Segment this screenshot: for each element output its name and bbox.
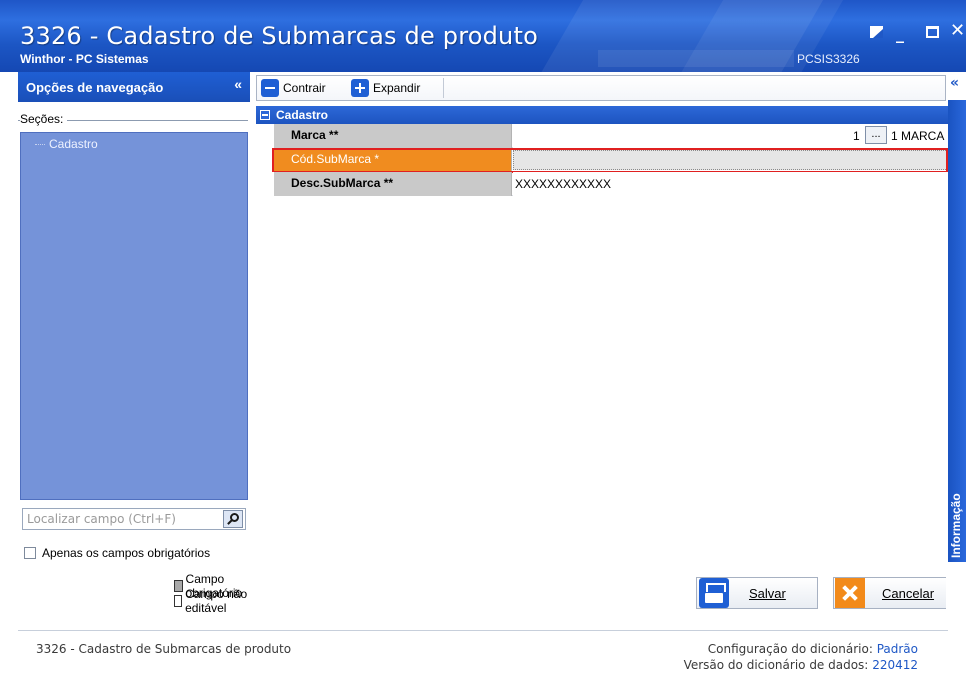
- status-dictionary-info: Configuração do dicionário: Padrão Versã…: [684, 641, 918, 673]
- section-item-cadastro[interactable]: Cadastro: [35, 137, 98, 151]
- window-titlebar: 3326 - Cadastro de Submarcas de produto …: [0, 0, 966, 72]
- toolbar-separator: [443, 78, 444, 98]
- field-value-marca[interactable]: 1 ... 1 MARCA: [513, 124, 948, 148]
- expand-label: Expandir: [373, 81, 421, 95]
- field-label-cod-submarca: Cód.SubMarca *: [274, 148, 512, 172]
- expand-button[interactable]: Expandir: [351, 79, 420, 97]
- marca-name: 1 MARCA: [891, 129, 945, 143]
- restore-icon[interactable]: [870, 26, 883, 38]
- cancel-button[interactable]: Cancelar: [833, 577, 954, 609]
- row-gutter: [256, 148, 274, 172]
- magnifier-handle: [227, 519, 233, 525]
- window-right-margin: [946, 562, 966, 675]
- sections-list: Cadastro: [20, 132, 248, 500]
- status-bar: 3326 - Cadastro de Submarcas de produto …: [18, 630, 948, 675]
- program-code-box: [598, 50, 794, 67]
- grid-row-cod-submarca: Cód.SubMarca *: [256, 148, 948, 173]
- field-legend: Campo obrigatório Campo não editável: [174, 572, 250, 615]
- dict-version-value: 220412: [872, 658, 918, 672]
- desc-submarca-text: XXXXXXXXXXXX: [515, 177, 612, 191]
- dict-config-value: Padrão: [876, 642, 918, 656]
- plus-icon: [351, 79, 369, 97]
- required-only-checkbox[interactable]: [24, 547, 36, 559]
- group-header-cadastro[interactable]: Cadastro: [256, 106, 948, 124]
- info-tab-label: Informação: [949, 493, 963, 558]
- maximize-icon[interactable]: [926, 26, 939, 38]
- cancel-label: Cancelar: [882, 585, 935, 601]
- dict-version-label: Versão do dicionário de dados:: [683, 658, 869, 672]
- marca-code[interactable]: 1: [853, 129, 860, 143]
- minus-icon: [261, 79, 279, 97]
- window-title: 3326 - Cadastro de Submarcas de produto: [20, 22, 538, 50]
- collapse-info-icon[interactable]: «: [950, 75, 966, 97]
- sections-label: Seções:: [20, 112, 68, 126]
- info-tab[interactable]: Informação: [948, 100, 966, 562]
- group-label: Cadastro: [276, 108, 329, 122]
- row-gutter: [256, 172, 274, 196]
- field-value-desc-submarca[interactable]: XXXXXXXXXXXX: [513, 172, 948, 196]
- program-code: PCSIS3326: [797, 52, 860, 66]
- grid-row-desc-submarca: Desc.SubMarca ** XXXXXXXXXXXX: [256, 172, 948, 196]
- dict-config-line: Configuração do dicionário: Padrão: [684, 641, 918, 657]
- search-button[interactable]: [223, 510, 243, 528]
- nav-header: Opções de navegação «: [18, 72, 250, 102]
- field-label-desc-submarca: Desc.SubMarca **: [274, 172, 512, 196]
- required-swatch: [174, 579, 183, 592]
- required-only-filter[interactable]: Apenas os campos obrigatórios: [24, 546, 210, 560]
- search-input[interactable]: [23, 509, 219, 529]
- status-program-name: 3326 - Cadastro de Submarcas de produto: [36, 642, 292, 656]
- field-label-marca: Marca **: [274, 124, 512, 148]
- nav-header-title: Opções de navegação: [26, 80, 164, 95]
- window-left-margin: [0, 72, 18, 675]
- grid-toolbar: Contrair Expandir: [256, 75, 946, 101]
- floppy-disk-icon: [699, 578, 729, 608]
- row-gutter: [256, 124, 274, 148]
- collapse-nav-icon[interactable]: «: [234, 76, 242, 92]
- save-button[interactable]: Salvar: [696, 577, 818, 609]
- property-grid: Cadastro Marca ** 1 ... 1 MARCA Cód.SubM…: [256, 106, 948, 196]
- x-icon: [835, 578, 865, 608]
- field-input-cod-submarca[interactable]: [513, 150, 948, 170]
- navigation-panel: Opções de navegação « Seções: Cadastro A…: [18, 72, 250, 628]
- group-collapse-icon[interactable]: [260, 110, 270, 120]
- collapse-label: Contrair: [283, 81, 326, 95]
- required-only-label: Apenas os campos obrigatórios: [42, 546, 211, 560]
- dict-version-line: Versão do dicionário de dados: 220412: [684, 657, 918, 673]
- legend-not-editable-label: Campo não editável: [185, 586, 248, 615]
- grid-row-marca: Marca ** 1 ... 1 MARCA: [256, 124, 948, 148]
- close-icon[interactable]: ✕: [950, 20, 965, 41]
- not-editable-swatch: [174, 594, 183, 607]
- window-subtitle: Winthor - PC Sistemas: [20, 52, 149, 66]
- save-label: Salvar: [749, 585, 786, 601]
- search-field: [22, 508, 246, 530]
- dict-config-label: Configuração do dicionário:: [707, 642, 873, 656]
- marca-lookup-button[interactable]: ...: [865, 126, 887, 144]
- collapse-button[interactable]: Contrair: [261, 79, 326, 97]
- sections-group: Seções: Cadastro: [18, 112, 248, 500]
- legend-not-editable: Campo não editável: [174, 587, 250, 615]
- minimize-icon[interactable]: _: [896, 24, 904, 43]
